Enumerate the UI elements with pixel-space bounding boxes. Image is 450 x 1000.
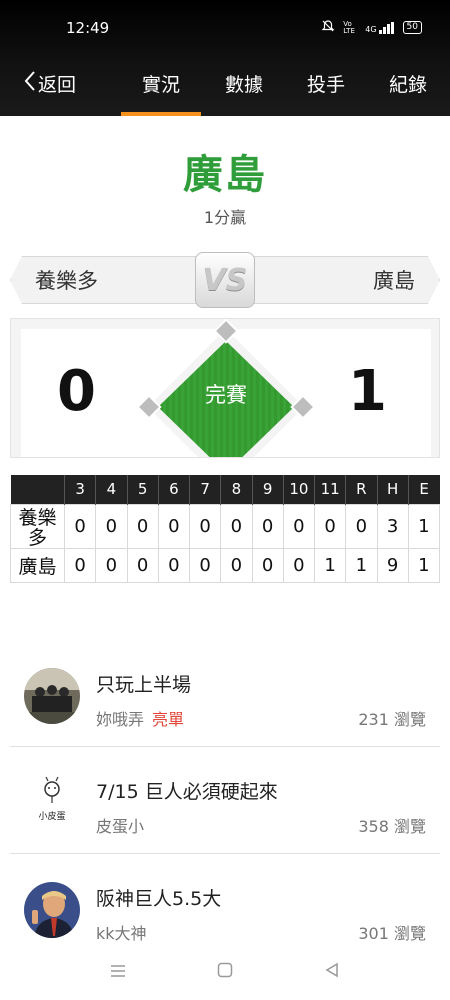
score-cell: 0 <box>63 547 97 583</box>
back-button[interactable]: 返回 <box>24 70 76 97</box>
article-title: 阪神巨人5.5大 <box>96 888 222 910</box>
article-views: 231 瀏覽 <box>358 710 426 729</box>
header-cell: 5 <box>126 475 159 504</box>
article-title: 7/15 巨人必須硬起來 <box>96 781 278 803</box>
header-cell: 7 <box>188 475 221 504</box>
volte-icon: Vo LTE <box>343 19 355 35</box>
runs-cell: 0 <box>345 503 378 549</box>
tab-pitchers[interactable]: 投手 <box>291 70 361 97</box>
status-icons: Vo LTE 4G 50 <box>321 19 422 36</box>
back-label: 返回 <box>38 74 77 96</box>
article-views: 358 瀏覽 <box>358 817 426 836</box>
header-cell <box>10 475 65 504</box>
article-tag: 亮單 <box>152 710 185 729</box>
system-nav-bar <box>0 948 450 1000</box>
score-cell: 0 <box>188 547 222 583</box>
article-author: 妳哦弄 <box>96 710 145 729</box>
score-cell: 0 <box>251 503 284 549</box>
home-score: 1 <box>348 359 387 424</box>
article-meta: 妳哦弄 亮單 <box>96 706 184 730</box>
home-team-label: 廣島 <box>240 256 440 304</box>
score-cell: 0 <box>313 503 347 549</box>
4g-signal-icon: 4G <box>365 21 394 34</box>
score-cell: 0 <box>220 547 253 583</box>
win-margin: 1分贏 <box>203 208 247 227</box>
article-list: 只玩上半場 妳哦弄 亮單 231 瀏覽 小皮蛋 7/15 巨人必須硬起來 皮蛋小 … <box>10 640 440 961</box>
row-team: 廣島 <box>10 547 65 583</box>
errors-cell: 1 <box>407 503 441 549</box>
score-cell: 0 <box>188 503 222 549</box>
list-item[interactable]: 小皮蛋 7/15 巨人必須硬起來 皮蛋小 358 瀏覽 <box>10 747 440 854</box>
tab-stats[interactable]: 數據 <box>209 70 279 97</box>
mute-icon <box>321 19 335 36</box>
score-cell: 0 <box>220 503 253 549</box>
battery-icon: 50 <box>402 21 422 34</box>
header-cell: E <box>407 475 440 504</box>
score-panel: 0 1 完賽 <box>10 318 440 458</box>
article-author: 皮蛋小 <box>96 817 145 836</box>
nav-bar: 返回 實況 數據 投手 紀錄 <box>0 56 450 116</box>
score-cell: 0 <box>95 503 128 549</box>
header-cell: 9 <box>251 475 284 504</box>
linescore-header-row: 3 4 5 6 7 8 9 10 11 R H E <box>10 475 440 504</box>
row-team: 養樂多 <box>10 503 65 549</box>
header-cell: 11 <box>313 475 346 504</box>
winner-team: 廣島 <box>183 152 267 198</box>
errors-cell: 1 <box>407 547 441 583</box>
score-cell: 0 <box>282 547 316 583</box>
portrait-avatar <box>24 882 80 938</box>
tab-live[interactable]: 實況 <box>121 70 201 116</box>
table-row: 廣島 0 0 0 0 0 0 0 0 1 1 9 1 <box>10 547 441 583</box>
top-header: 12:49 Vo LTE 4G 50 返回 實況 數據 投手 紀錄 <box>0 0 450 116</box>
score-cell: 0 <box>95 547 128 583</box>
hits-cell: 3 <box>376 503 409 549</box>
score-cell: 0 <box>251 547 284 583</box>
matchup-banner: 養樂多 廣島 VS <box>10 252 440 308</box>
list-item[interactable]: 只玩上半場 妳哦弄 亮單 231 瀏覽 <box>10 640 440 747</box>
home-icon[interactable] <box>205 962 245 983</box>
score-cell: 1 <box>313 547 347 583</box>
away-team-label: 養樂多 <box>10 256 210 304</box>
cartoon-avatar: 小皮蛋 <box>24 775 80 831</box>
header-cell: 6 <box>157 475 190 504</box>
score-cell: 0 <box>157 503 191 549</box>
header-cell: 3 <box>63 475 96 504</box>
away-score: 0 <box>57 359 96 424</box>
score-cell: 0 <box>126 503 159 549</box>
article-title: 只玩上半場 <box>96 674 192 696</box>
tab-records[interactable]: 紀錄 <box>373 70 443 97</box>
header-cell: R <box>345 475 377 504</box>
article-views: 301 瀏覽 <box>358 924 426 943</box>
header-cell: 10 <box>282 475 315 504</box>
header-cell: H <box>376 475 409 504</box>
article-meta: kk大神 <box>96 920 147 944</box>
status-time: 12:49 <box>66 19 110 37</box>
avatar-caption: 小皮蛋 <box>38 812 66 822</box>
menu-icon[interactable] <box>98 962 138 983</box>
article-meta: 皮蛋小 <box>96 813 144 837</box>
game-status: 完賽 <box>205 383 247 407</box>
vs-badge: VS <box>195 252 255 308</box>
back-icon[interactable] <box>312 962 352 983</box>
score-cell: 0 <box>157 547 191 583</box>
table-row: 養樂多 0 0 0 0 0 0 0 0 0 0 3 1 <box>10 503 441 549</box>
score-cell: 0 <box>63 503 97 549</box>
linescore-table: 3 4 5 6 7 8 9 10 11 R H E 養樂多 0 0 0 0 0 … <box>10 475 441 583</box>
status-bar: 12:49 Vo LTE 4G 50 <box>0 0 450 56</box>
score-cell: 0 <box>282 503 316 549</box>
runs-cell: 1 <box>345 547 378 583</box>
score-cell: 0 <box>126 547 159 583</box>
chevron-left-icon <box>24 70 36 97</box>
header-cell: 4 <box>95 475 127 504</box>
header-cell: 8 <box>220 475 252 504</box>
hits-cell: 9 <box>376 547 409 583</box>
article-author: kk大神 <box>96 924 147 943</box>
list-item[interactable]: 阪神巨人5.5大 kk大神 301 瀏覽 <box>10 854 440 961</box>
network-label: 4G <box>365 24 377 34</box>
group-photo-avatar <box>24 668 80 724</box>
